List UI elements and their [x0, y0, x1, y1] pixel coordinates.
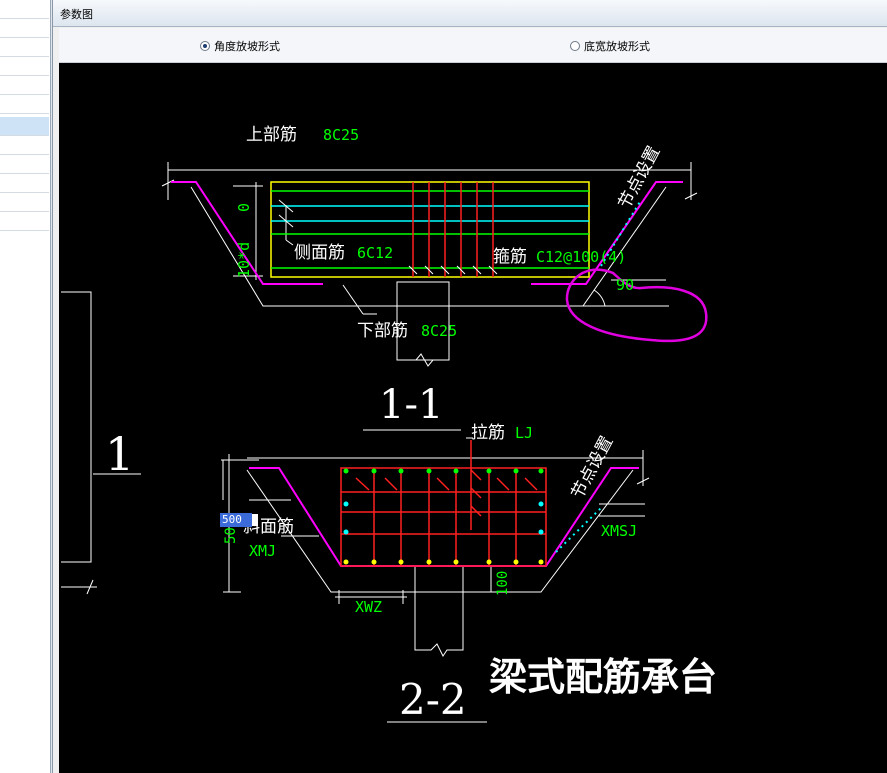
radio-selected-icon[interactable] [200, 41, 210, 51]
top-bar-label: 上部筋 [246, 125, 297, 145]
list-row [0, 38, 49, 57]
dim-100-label: 100 [495, 571, 511, 596]
cad-diagram: 1 上部筋 8C25 侧面筋 6C12 箍筋 C12@100(4) 下部筋 8C… [61, 125, 717, 724]
radio-unselected-icon[interactable] [570, 41, 580, 51]
tie-bar-label: 拉筋 [471, 423, 505, 443]
list-row [0, 0, 49, 19]
dim-50-label: 50 [223, 527, 239, 544]
list-row [0, 117, 49, 136]
window-title: 参数图 [60, 8, 93, 21]
node-setting-label-1: 节点设置 [615, 143, 665, 212]
tie-bar-value: LJ [515, 424, 533, 442]
section-2-top-bars [343, 468, 544, 474]
list-row [0, 174, 49, 193]
list-row [0, 136, 49, 155]
dim-zero-label: 0 [235, 203, 253, 212]
diagram-canvas: 1 上部筋 8C25 侧面筋 6C12 箍筋 C12@100(4) 下部筋 8C… [59, 63, 887, 773]
side-section-label: 1 [105, 427, 134, 481]
list-row [0, 19, 49, 38]
side-bar-label: 侧面筋 [294, 243, 345, 263]
parameter-diagram-window: 参数图 角度放坡形式 底宽放坡形式 1 上部筋 8C25 侧面筋 6C12 箍筋… [52, 0, 887, 773]
section-2-inner-bars [341, 440, 546, 566]
list-row [0, 212, 49, 231]
list-row [0, 95, 49, 114]
main-title: 梁式配筋承台 [489, 655, 717, 699]
list-row [0, 193, 49, 212]
list-row [0, 155, 49, 174]
node-setting-label-2: 节点设置 [568, 433, 618, 502]
section-1-title: 1-1 [379, 382, 443, 428]
xwz-label: XWZ [355, 598, 382, 616]
radio-bottom-width-slope-label: 底宽放坡形式 [584, 40, 650, 53]
radio-angle-slope[interactable]: 角度放坡形式 [200, 38, 280, 54]
section-2-corner-bars [343, 559, 544, 565]
xmsj-label: XMSJ [601, 522, 637, 540]
section-1-stirrups [412, 182, 494, 277]
section-2-title: 2-2 [399, 675, 467, 724]
radio-angle-slope-label: 角度放坡形式 [214, 40, 280, 53]
top-bar-value: 8C25 [323, 126, 359, 144]
bottom-bar-label: 下部筋 [357, 321, 408, 341]
node-setting-dots-2 [555, 507, 602, 553]
slope-option-bar: 角度放坡形式 底宽放坡形式 [59, 28, 887, 63]
angle-value: 90 [616, 276, 634, 294]
bottom-bar-value: 8C25 [421, 322, 457, 340]
window-titlebar[interactable]: 参数图 [53, 0, 887, 27]
radio-bottom-width-slope[interactable]: 底宽放坡形式 [570, 38, 650, 54]
slope-bar-value: XMJ [249, 542, 276, 560]
list-row [0, 57, 49, 76]
stirrup-label: 箍筋 [493, 247, 527, 267]
background-list-panel [0, 0, 51, 773]
dimension-edit-input[interactable]: 500 [220, 513, 258, 527]
stirrup-value: C12@100(4) [536, 248, 626, 266]
side-bar-value: 6C12 [357, 244, 393, 262]
dim-10d-label: 10*d [235, 242, 253, 278]
list-row [0, 76, 49, 95]
